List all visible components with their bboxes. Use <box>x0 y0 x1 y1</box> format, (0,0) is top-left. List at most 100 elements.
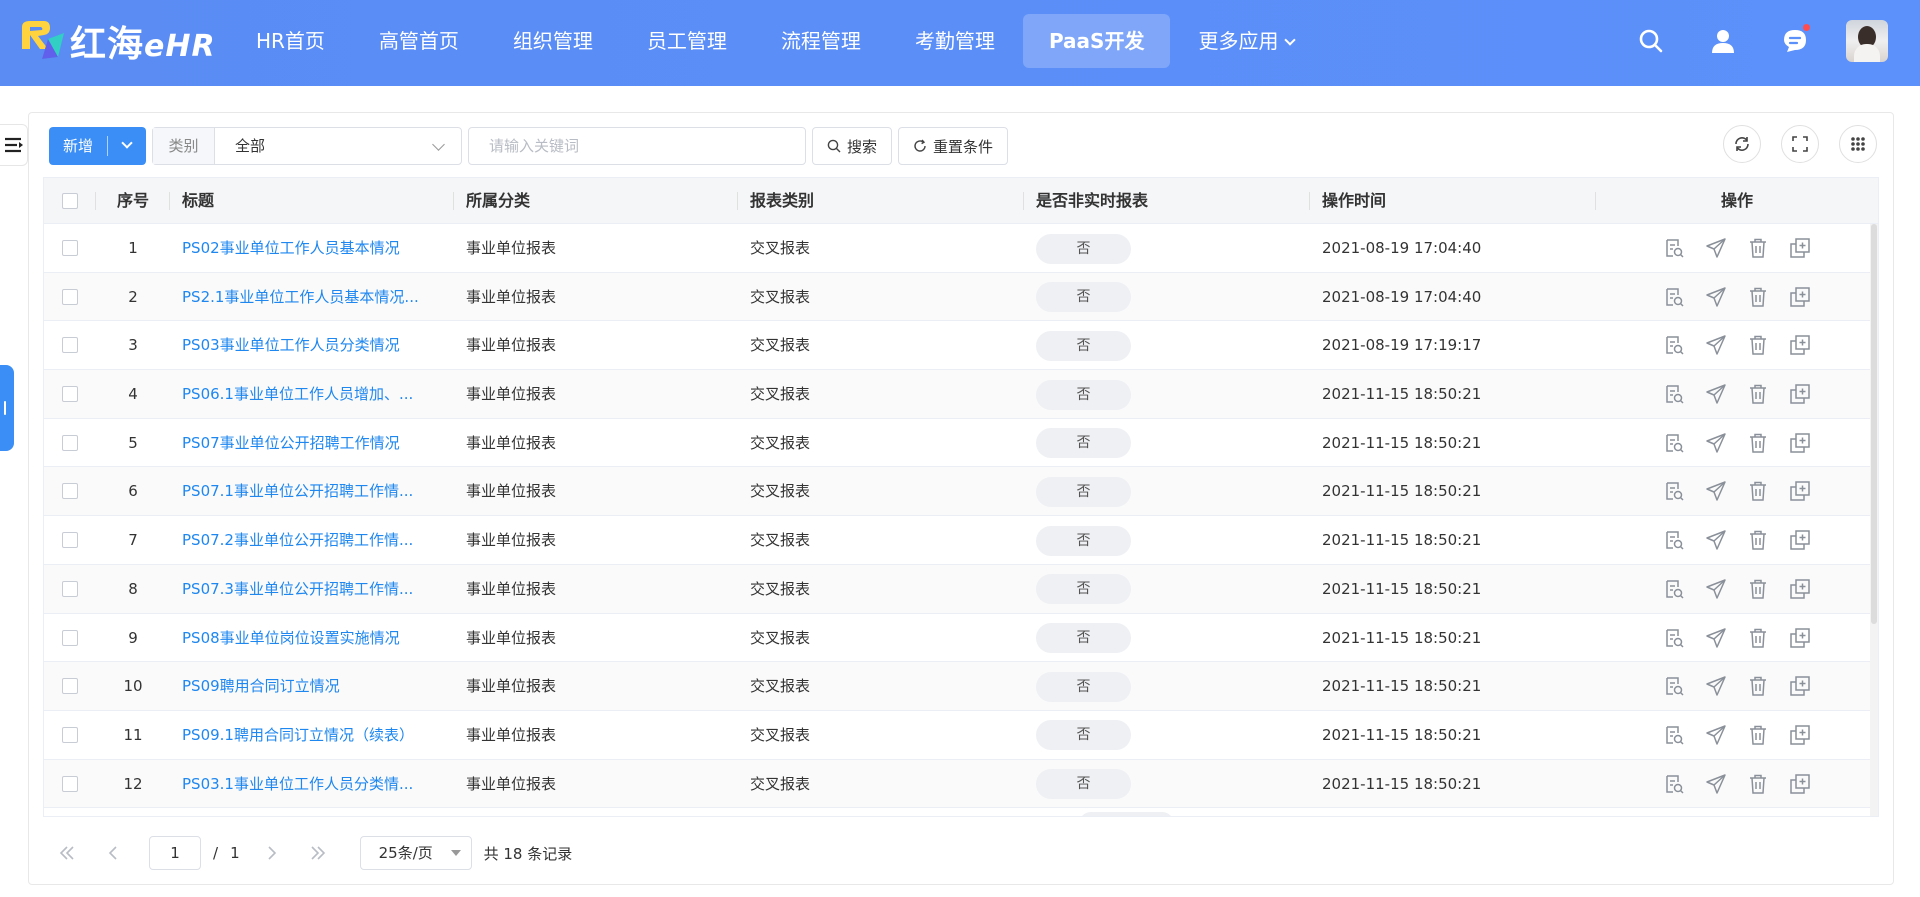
side-expand-tab[interactable] <box>0 365 14 451</box>
row-checkbox[interactable] <box>62 775 78 792</box>
send-icon[interactable] <box>1704 723 1728 747</box>
fullscreen-icon[interactable] <box>1781 125 1819 163</box>
reset-button[interactable]: 重置条件 <box>898 127 1009 165</box>
category-select[interactable]: 类别 全部 <box>152 127 463 165</box>
table-row[interactable]: 2 PS2.1事业单位工作人员基本情况... 事业单位报表 交叉报表 否 2021-08-… <box>44 272 1878 322</box>
table-row[interactable]: 3 PS03事业单位工作人员分类情况 事业单位报表 交叉报表 否 2021-08-19 1… <box>44 321 1878 371</box>
row-checkbox[interactable] <box>62 726 78 743</box>
copy-icon[interactable] <box>1788 723 1812 747</box>
send-icon[interactable] <box>1704 236 1728 260</box>
view-icon[interactable] <box>1662 674 1686 698</box>
report-title-link[interactable]: PS07.2事业单位公开招聘工作情... <box>182 531 413 549</box>
delete-icon[interactable] <box>1746 772 1770 796</box>
view-icon[interactable] <box>1662 626 1686 650</box>
scroll-thumb[interactable] <box>1871 224 1877 624</box>
send-icon[interactable] <box>1704 772 1728 796</box>
delete-icon[interactable] <box>1746 723 1770 747</box>
view-icon[interactable] <box>1662 479 1686 503</box>
col-type[interactable]: 报表类别 <box>738 178 1024 224</box>
report-title-link[interactable]: PS02事业单位工作人员基本情况 <box>182 239 400 257</box>
keyword-search-input[interactable] <box>468 127 807 165</box>
report-title-link[interactable]: PS07.1事业单位公开招聘工作情... <box>182 482 413 500</box>
avatar-button[interactable] <box>1844 18 1890 64</box>
row-checkbox[interactable] <box>62 532 78 549</box>
row-checkbox[interactable] <box>62 629 78 646</box>
view-icon[interactable] <box>1662 772 1686 796</box>
report-title-link[interactable]: PS2.1事业单位工作人员基本情况... <box>182 288 419 306</box>
row-checkbox[interactable] <box>62 483 78 500</box>
table-row[interactable]: 9 PS08事业单位岗位设置实施情况 事业单位报表 交叉报表 否 2021-11-15 1… <box>44 613 1878 663</box>
nav-employee[interactable]: 员工管理 <box>621 14 753 68</box>
menu-toggle-icon[interactable] <box>0 124 28 166</box>
table-row[interactable]: 5 PS07事业单位公开招聘工作情况 事业单位报表 交叉报表 否 2021-11-15 1… <box>44 418 1878 468</box>
table-scrollbar[interactable] <box>1870 224 1878 816</box>
col-category[interactable]: 所属分类 <box>454 178 738 224</box>
view-icon[interactable] <box>1662 723 1686 747</box>
delete-icon[interactable] <box>1746 285 1770 309</box>
prev-page-icon[interactable] <box>99 839 127 867</box>
add-button[interactable]: 新增 <box>49 127 147 165</box>
table-row[interactable]: 4 PS06.1事业单位工作人员增加、... 事业单位报表 交叉报表 否 2021-11-… <box>44 370 1878 419</box>
send-icon[interactable] <box>1704 528 1728 552</box>
col-time[interactable]: 操作时间 <box>1310 178 1596 224</box>
copy-icon[interactable] <box>1788 382 1812 406</box>
row-checkbox[interactable] <box>62 240 78 256</box>
refresh-icon[interactable] <box>1723 125 1761 163</box>
copy-icon[interactable] <box>1788 577 1812 601</box>
copy-icon[interactable] <box>1788 479 1812 503</box>
send-icon[interactable] <box>1704 479 1728 503</box>
add-dropdown-toggle[interactable] <box>108 137 146 150</box>
nav-paas[interactable]: PaaS开发 <box>1022 14 1171 68</box>
col-title[interactable]: 标题 <box>170 178 454 224</box>
next-page-icon[interactable] <box>258 839 286 867</box>
table-row[interactable]: 7 PS07.2事业单位公开招聘工作情... 事业单位报表 交叉报表 否 2021-11-… <box>44 516 1878 565</box>
report-title-link[interactable]: PS06.1事业单位工作人员增加、... <box>182 385 413 403</box>
col-realtime[interactable]: 是否非实时报表 <box>1024 178 1310 224</box>
first-page-icon[interactable] <box>53 839 81 867</box>
nav-more-apps[interactable]: 更多应用 <box>1172 14 1320 68</box>
delete-icon[interactable] <box>1746 333 1770 357</box>
table-row[interactable]: 8 PS07.3事业单位公开招聘工作情... 事业单位报表 交叉报表 否 2021-11-… <box>44 564 1878 614</box>
report-title-link[interactable]: PS09.1聘用合同订立情况（续表） <box>182 726 414 744</box>
user-icon[interactable] <box>1700 18 1746 64</box>
send-icon[interactable] <box>1704 382 1728 406</box>
row-checkbox[interactable] <box>62 386 78 403</box>
page-number-input[interactable]: 1 <box>149 836 201 870</box>
view-icon[interactable] <box>1662 285 1686 309</box>
send-icon[interactable] <box>1704 577 1728 601</box>
nav-exec-home[interactable]: 高管首页 <box>353 14 485 68</box>
report-title-link[interactable]: PS08事业单位岗位设置实施情况 <box>182 629 400 647</box>
view-icon[interactable] <box>1662 236 1686 260</box>
view-icon[interactable] <box>1662 333 1686 357</box>
row-checkbox[interactable] <box>62 580 78 597</box>
view-icon[interactable] <box>1662 431 1686 455</box>
send-icon[interactable] <box>1704 626 1728 650</box>
logo[interactable]: 红海eHR <box>18 18 216 65</box>
nav-org[interactable]: 组织管理 <box>487 14 619 68</box>
copy-icon[interactable] <box>1788 528 1812 552</box>
nav-attendance[interactable]: 考勤管理 <box>889 14 1021 68</box>
report-title-link[interactable]: PS03.1事业单位工作人员分类情... <box>182 775 413 793</box>
copy-icon[interactable] <box>1788 674 1812 698</box>
copy-icon[interactable] <box>1788 236 1812 260</box>
table-row[interactable]: 11 PS09.1聘用合同订立情况（续表） 事业单位报表 交叉报表 否 2021-11-1… <box>44 710 1878 760</box>
view-icon[interactable] <box>1662 577 1686 601</box>
copy-icon[interactable] <box>1788 285 1812 309</box>
send-icon[interactable] <box>1704 285 1728 309</box>
report-title-link[interactable]: PS03事业单位工作人员分类情况 <box>182 336 400 354</box>
table-row[interactable]: 1 PS02事业单位工作人员基本情况 事业单位报表 交叉报表 否 2021-08-19 1… <box>44 224 1878 273</box>
delete-icon[interactable] <box>1746 674 1770 698</box>
send-icon[interactable] <box>1704 674 1728 698</box>
grid-menu-icon[interactable] <box>1839 125 1877 163</box>
table-row[interactable]: 12 PS03.1事业单位工作人员分类情... 事业单位报表 交叉报表 否 2021-11… <box>44 759 1878 809</box>
delete-icon[interactable] <box>1746 577 1770 601</box>
report-title-link[interactable]: PS09聘用合同订立情况 <box>182 677 340 695</box>
delete-icon[interactable] <box>1746 236 1770 260</box>
page-size-select[interactable]: 25条/页 <box>359 836 472 870</box>
view-icon[interactable] <box>1662 382 1686 406</box>
row-checkbox[interactable] <box>62 678 78 695</box>
copy-icon[interactable] <box>1788 626 1812 650</box>
copy-icon[interactable] <box>1788 772 1812 796</box>
nav-hr-home[interactable]: HR首页 <box>230 14 351 68</box>
table-row[interactable]: 10 PS09聘用合同订立情况 事业单位报表 交叉报表 否 2021-11-15 18:5… <box>44 662 1878 711</box>
